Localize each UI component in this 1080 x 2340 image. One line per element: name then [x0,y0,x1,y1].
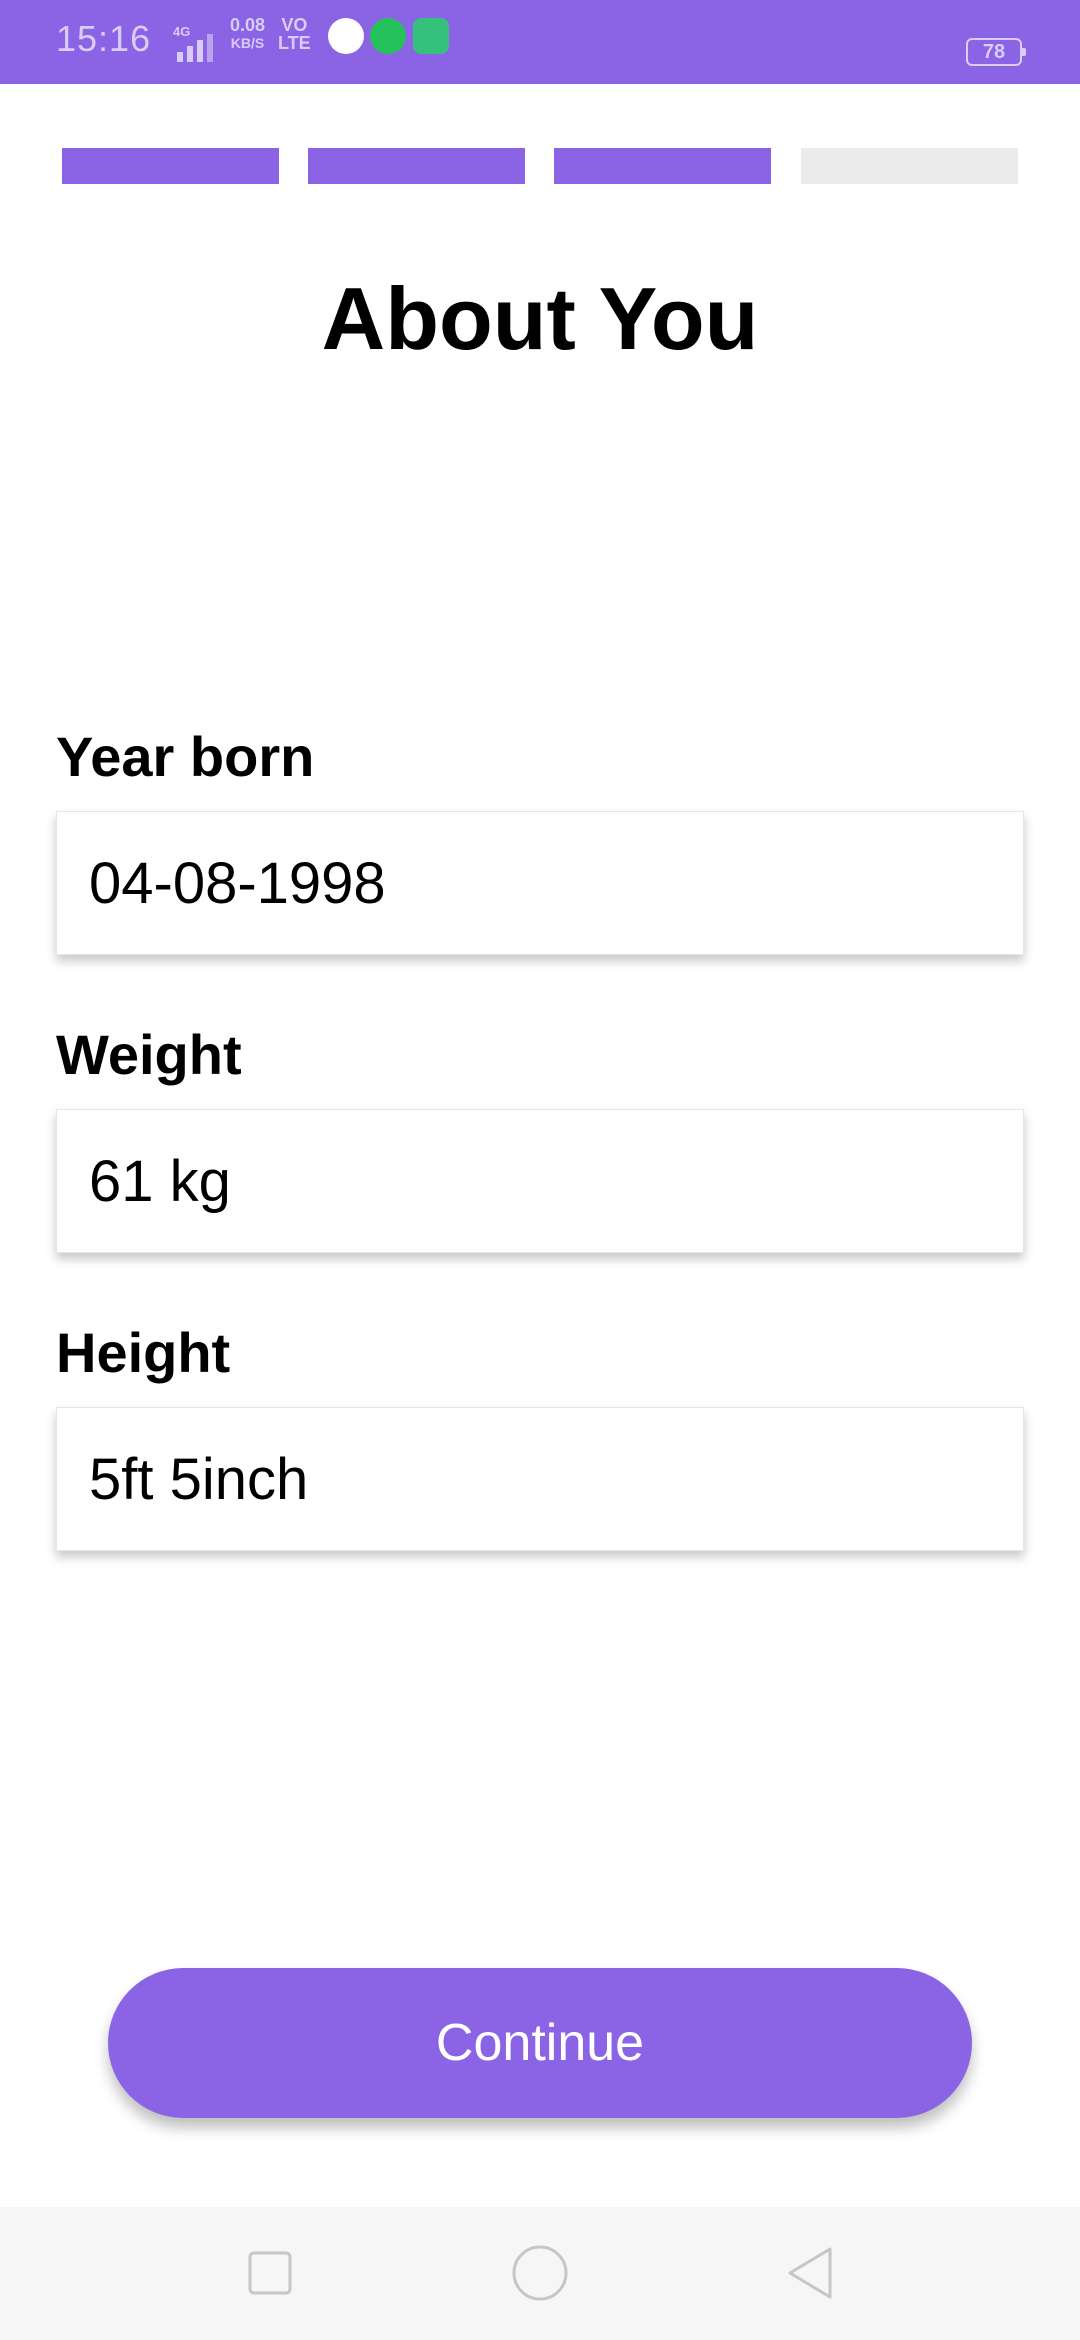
status-time: 15:16 [56,18,152,59]
battery-level: 78 [982,41,1006,63]
page-title: About You [321,269,759,368]
progress-step-3 [554,148,771,184]
weight-label: Weight [56,1023,242,1086]
network-speed-unit: KB/S [230,35,265,51]
network-speed-value: 0.08 [230,15,266,35]
battery-icon: 78 [966,38,1026,66]
step-progress [62,148,1018,184]
year-born-label: Year born [56,725,315,788]
volte-top: VO [281,15,308,35]
location-app-icon [328,18,364,54]
back-icon[interactable] [780,2243,840,2303]
network-speed: 0.08 KB/S [230,16,265,52]
volte-bottom: LTE [278,33,311,53]
signal-icon: 4G [173,24,213,62]
continue-button[interactable]: Continue [108,1968,972,2118]
home-icon[interactable] [510,2243,570,2303]
height-label: Height [56,1321,231,1384]
height-value: 5ft 5inch [89,1447,309,1512]
year-born-field[interactable]: 04-08-1998 [56,811,1024,955]
chat-app-icon [413,18,449,54]
svg-text:4G: 4G [173,24,190,39]
year-born-value: 04-08-1998 [89,851,386,916]
weight-value: 61 kg [89,1149,231,1214]
system-nav-bar [0,2207,1080,2340]
progress-step-1 [62,148,279,184]
weight-field[interactable]: 61 kg [56,1109,1024,1253]
recent-apps-icon[interactable] [240,2243,300,2303]
whatsapp-icon [370,18,406,54]
height-field[interactable]: 5ft 5inch [56,1407,1024,1551]
progress-step-4 [801,148,1018,184]
status-bar: 15:16 4G 0.08 KB/S VO LTE 78 [0,0,1080,84]
progress-step-2 [308,148,525,184]
volte-indicator: VO LTE [278,16,311,52]
